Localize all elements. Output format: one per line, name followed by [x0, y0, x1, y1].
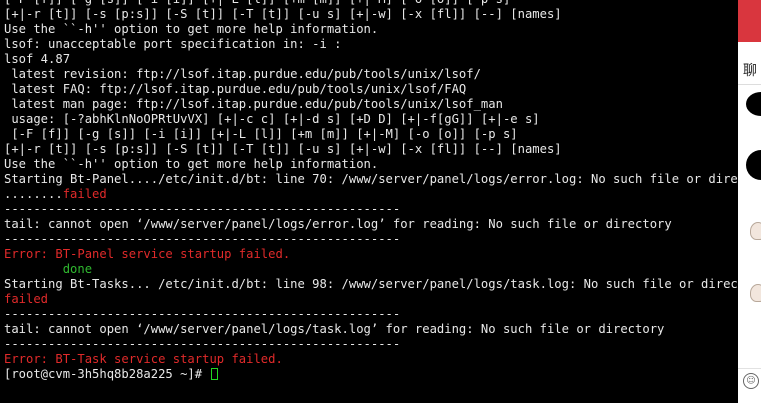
output-text: ........ [4, 187, 63, 201]
output-text: ----------------------------------------… [4, 307, 401, 321]
terminal-line: usage: [-?abhKlnNoOPRtUvVX] [+|-c c] [+|… [4, 112, 738, 127]
terminal-line: lsof 4.87 [4, 52, 738, 67]
output-text: Starting Bt-Panel..../etc/init.d/bt: lin… [4, 172, 738, 186]
output-text: [+|-r [t]] [-s [p:s]] [-S [t]] [-T [t]] … [4, 7, 562, 21]
terminal-line: tail: cannot open ‘/www/server/panel/log… [4, 322, 738, 337]
side-panel-header [738, 0, 761, 42]
output-text: tail: cannot open ‘/www/server/panel/log… [4, 217, 672, 231]
avatar[interactable] [750, 222, 761, 240]
output-text: ----------------------------------------… [4, 202, 401, 216]
smiley-icon[interactable]: ☺ [743, 373, 759, 389]
output-text: [+|-r [t]] [-s [p:s]] [-S [t]] [-T [t]] … [4, 142, 562, 156]
side-panel-tab-chat[interactable]: 聊 [743, 60, 757, 80]
terminal-line: ----------------------------------------… [4, 337, 738, 352]
output-text: ----------------------------------------… [4, 337, 401, 351]
terminal-prompt-line[interactable]: [root@cvm-3h5hq8b28a225 ~]# [4, 367, 738, 382]
success-text: done [62, 262, 93, 276]
terminal-line: ........failed [4, 187, 738, 202]
output-text: Use the ``-h'' option to get more help i… [4, 22, 379, 36]
terminal-line: Error: BT-Task service startup failed. [4, 352, 738, 367]
error-text: failed [62, 187, 107, 201]
terminal-line: Starting Bt-Panel..../etc/init.d/bt: lin… [4, 172, 738, 187]
terminal-line: Starting Bt-Tasks... /etc/init.d/bt: lin… [4, 277, 738, 292]
terminal-line: failed [4, 292, 738, 307]
terminal-line: Use the ``-h'' option to get more help i… [4, 157, 738, 172]
terminal-window[interactable]: [-F [f]] [-g [s]] [-i [i]] [+|-L [l]] [+… [0, 0, 738, 403]
chat-side-panel: 聊 ☺ [738, 0, 761, 403]
terminal-line: ----------------------------------------… [4, 202, 738, 217]
output-text: lsof: unacceptable port specification in… [4, 37, 342, 51]
terminal-line: [-F [f]] [-g [s]] [-i [i]] [+|-L [l]] [+… [4, 127, 738, 142]
terminal-line: latest FAQ: ftp://lsof.itap.purdue.edu/p… [4, 82, 738, 97]
terminal-line: Error: BT-Panel service startup failed. [4, 247, 738, 262]
terminal-line: tail: cannot open ‘/www/server/panel/log… [4, 217, 738, 232]
shell-prompt: [root@cvm-3h5hq8b28a225 ~]# [4, 367, 210, 381]
output-text: Use the ``-h'' option to get more help i… [4, 157, 379, 171]
output-text: latest revision: ftp://lsof.itap.purdue.… [4, 67, 481, 81]
error-text: failed [4, 292, 49, 306]
terminal-line: [+|-r [t]] [-s [p:s]] [-S [t]] [-T [t]] … [4, 7, 738, 22]
output-text: lsof 4.87 [4, 52, 71, 66]
chat-bubble-redacted [746, 150, 761, 180]
terminal-line: ----------------------------------------… [4, 307, 738, 322]
text-cursor [211, 368, 219, 380]
error-text: Error: BT-Panel service startup failed. [4, 247, 291, 261]
output-text: [-F [f]] [-g [s]] [-i [i]] [+|-L [l]] [+… [4, 127, 518, 141]
output-text: tail: cannot open ‘/www/server/panel/log… [4, 322, 665, 336]
terminal-line: [+|-r [t]] [-s [p:s]] [-S [t]] [-T [t]] … [4, 142, 738, 157]
terminal-line: Use the ``-h'' option to get more help i… [4, 22, 738, 37]
output-text: latest man page: ftp://lsof.itap.purdue.… [4, 97, 503, 111]
output-text: Starting Bt-Tasks... /etc/init.d/bt: lin… [4, 277, 738, 291]
error-text: Error: BT-Task service startup failed. [4, 352, 283, 366]
chat-bubble-redacted [746, 92, 761, 116]
side-panel-divider [738, 368, 761, 369]
side-panel-divider [738, 84, 761, 85]
terminal-line: done [4, 262, 738, 277]
output-text: ----------------------------------------… [4, 232, 401, 246]
output-text: usage: [-?abhKlnNoOPRtUvVX] [+|-c c] [+|… [4, 112, 540, 126]
terminal-line: ----------------------------------------… [4, 232, 738, 247]
terminal-line: latest revision: ftp://lsof.itap.purdue.… [4, 67, 738, 82]
terminal-line: latest man page: ftp://lsof.itap.purdue.… [4, 97, 738, 112]
terminal-line: [-F [f]] [-g [s]] [-i [i]] [+|-L [l]] [+… [4, 0, 738, 7]
avatar[interactable] [750, 284, 761, 302]
output-text: [-F [f]] [-g [s]] [-i [i]] [+|-L [l]] [+… [4, 0, 510, 6]
terminal-output: [-F [f]] [-g [s]] [-i [i]] [+|-L [l]] [+… [4, 0, 738, 382]
terminal-line: lsof: unacceptable port specification in… [4, 37, 738, 52]
output-text: latest FAQ: ftp://lsof.itap.purdue.edu/p… [4, 82, 467, 96]
